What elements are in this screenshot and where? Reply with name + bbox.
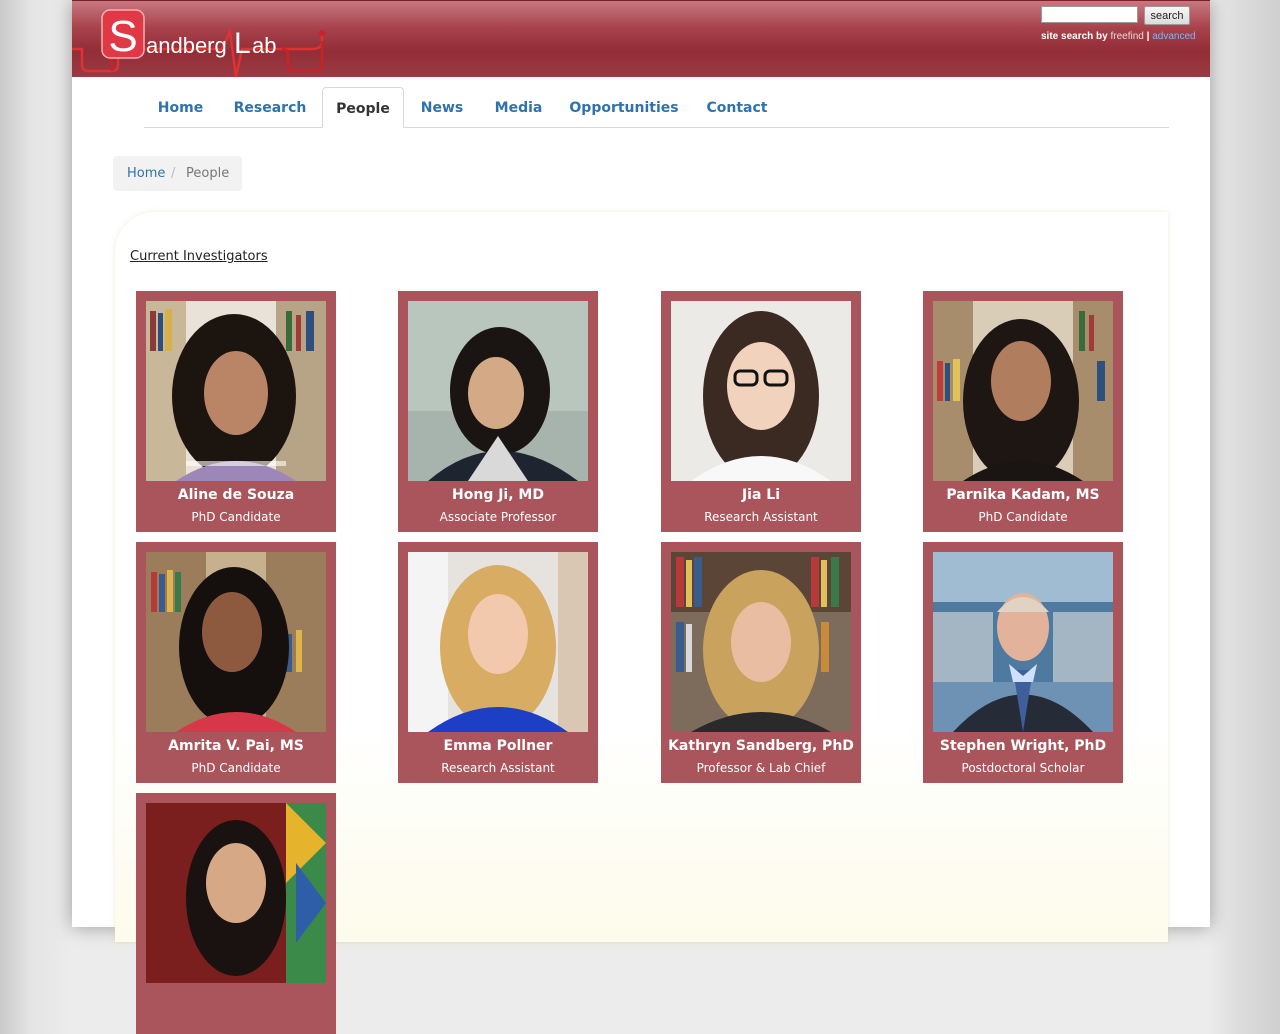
person-name: Kathryn Sandberg, PhD xyxy=(668,738,854,754)
svg-text:L: L xyxy=(234,27,251,60)
person-card[interactable]: Kathryn Sandberg, PhD Professor & Lab Ch… xyxy=(661,542,861,783)
person-photo xyxy=(408,301,588,481)
person-name: Hong Ji, MD xyxy=(452,487,544,503)
site-header: S andberg L ab search site search by fre… xyxy=(72,0,1210,77)
person-card[interactable]: Amrita V. Pai, MS PhD Candidate xyxy=(136,542,336,783)
section-title: Current Investigators xyxy=(130,249,268,264)
tab-media[interactable]: Media xyxy=(480,87,557,127)
main-nav: Home Research People News Media Opportun… xyxy=(144,87,1169,128)
person-role: Professor & Lab Chief xyxy=(696,761,826,775)
person-name: Aline de Souza xyxy=(177,487,295,503)
advanced-search-link[interactable]: advanced xyxy=(1152,31,1195,42)
person-name: Parnika Kadam, MS xyxy=(946,487,1100,503)
freefind-link[interactable]: freefind xyxy=(1111,31,1144,42)
person-name: Emma Pollner xyxy=(443,738,553,754)
breadcrumb-separator: / xyxy=(171,166,176,181)
person-card[interactable]: Jia Li Research Assistant xyxy=(661,291,861,532)
site-search-input[interactable] xyxy=(1041,6,1138,23)
sandberg-lab-logo[interactable]: S andberg L ab xyxy=(72,1,332,77)
page-container: S andberg L ab search site search by fre… xyxy=(72,0,1210,1034)
person-role: Postdoctoral Scholar xyxy=(961,761,1085,775)
separator: | xyxy=(1146,31,1150,42)
person-photo xyxy=(146,552,326,732)
breadcrumb-home-link[interactable]: Home xyxy=(127,156,165,191)
svg-text:ab: ab xyxy=(252,33,276,58)
person-role: Research Assistant xyxy=(441,761,555,775)
person-role: PhD Candidate xyxy=(978,510,1068,524)
person-card[interactable] xyxy=(136,793,336,1034)
site-search-label: site search by xyxy=(1041,31,1108,42)
tab-home[interactable]: Home xyxy=(144,87,217,127)
person-photo xyxy=(146,803,326,983)
person-name: Stephen Wright, PhD xyxy=(939,738,1107,754)
person-name: Amrita V. Pai, MS xyxy=(168,738,304,754)
person-photo xyxy=(146,301,326,481)
svg-text:S: S xyxy=(108,12,137,61)
person-role: PhD Candidate xyxy=(191,510,281,524)
person-role: Research Assistant xyxy=(704,510,818,524)
breadcrumb: Home / People xyxy=(113,156,242,191)
person-role: PhD Candidate xyxy=(191,761,281,775)
person-photo xyxy=(933,301,1113,481)
tab-people[interactable]: People xyxy=(322,87,404,128)
person-name: Jia Li xyxy=(741,487,781,503)
person-card[interactable]: Stephen Wright, PhD Postdoctoral Scholar xyxy=(923,542,1123,783)
person-card[interactable]: Aline de Souza PhD Candidate xyxy=(136,291,336,532)
person-photo xyxy=(408,552,588,732)
tab-opportunities[interactable]: Opportunities xyxy=(560,87,688,127)
person-card[interactable]: Emma Pollner Research Assistant xyxy=(398,542,598,783)
person-photo xyxy=(933,552,1113,732)
tab-research[interactable]: Research xyxy=(221,87,319,127)
person-photo xyxy=(671,552,851,732)
person-card[interactable]: Hong Ji, MD Associate Professor xyxy=(398,291,598,532)
person-role: Associate Professor xyxy=(439,510,557,524)
tab-contact[interactable]: Contact xyxy=(694,87,780,127)
site-search-caption: site search by freefind | advanced xyxy=(1041,31,1201,42)
search-button[interactable]: search xyxy=(1144,6,1190,25)
svg-text:andberg: andberg xyxy=(146,33,227,58)
person-photo xyxy=(671,301,851,481)
breadcrumb-current: People xyxy=(186,166,230,181)
person-card[interactable]: Parnika Kadam, MS PhD Candidate xyxy=(923,291,1123,532)
tab-news[interactable]: News xyxy=(408,87,476,127)
